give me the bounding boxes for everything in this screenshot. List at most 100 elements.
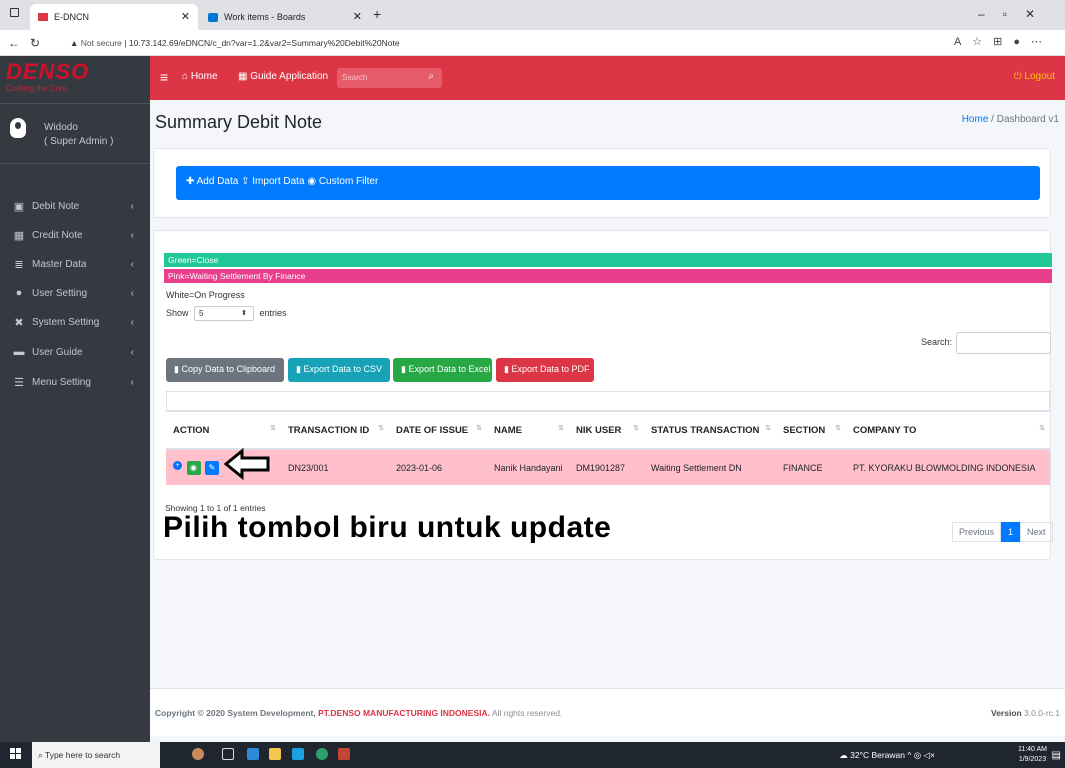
page-1-button[interactable]: 1 [1001,522,1021,542]
add-data-button[interactable]: ✚ Add Data [186,176,238,187]
powerpoint-icon[interactable] [338,748,350,760]
sidebar-item-user-setting[interactable]: ● User Setting ‹ [0,281,150,305]
edit-update-button[interactable]: ✎ [205,460,220,475]
sidebar-item-label: User Guide [32,346,83,358]
cell-nik: DM1901287 [569,449,644,485]
legend-waiting: Pink=Waiting Settlement By Finance [164,269,1052,283]
cell-date: 2023-01-06 [389,449,487,485]
sidebar-item-menu-setting[interactable]: ☰ Menu Setting ‹ [0,370,150,394]
tools-icon: ✖ [14,316,24,329]
tab-label: E-DNCN [54,12,89,22]
windows-start-icon[interactable] [10,748,21,759]
logout-button[interactable]: ⏻ Logout [1014,71,1055,82]
close-tab-icon[interactable]: ✕ [353,10,362,23]
chevron-left-icon: ‹ [130,316,134,328]
weather-widget[interactable]: ☁ 32°C Berawan ^ ◎ ◁× [839,750,935,761]
sidebar-item-master-data[interactable]: ≣ Master Data ‹ [0,252,150,276]
legend-progress: White=On Progress [166,290,245,300]
file-excel-icon: ▮ [401,364,406,374]
system-clock[interactable]: 11:40 AM 1/9/2023 [1018,745,1047,765]
sidebar-item-credit-note[interactable]: ▦ Credit Note ‹ [0,223,150,247]
sort-icon: ⇅ [476,425,482,432]
col-date-of-issue[interactable]: DATE OF ISSUE ⇅ [389,410,487,450]
company-link[interactable]: PT.DENSO MANUFACTURING INDONESIA. [318,708,490,718]
chevron-left-icon: ‹ [130,200,134,212]
edit-icon: ✎ [208,462,216,472]
page-title: Summary Debit Note [155,112,323,132]
pdf-label: Export Data to PDF [511,364,590,374]
pagination: Previous 1 Next [952,522,1053,542]
nav-home-link[interactable]: ⌂ Home [182,71,218,82]
sidebar-item-debit-note[interactable]: ▣ Debit Note ‹ [0,194,150,218]
navbar-search-input[interactable]: Search ⌕ [337,68,442,88]
avatar [10,118,26,138]
header-label: NIK USER [576,424,622,436]
close-tab-icon[interactable]: ✕ [181,10,190,23]
nav-back-refresh-icons[interactable]: ←↻ [8,36,50,50]
copyright-text: Copyright © 2020 System Development, [155,708,316,718]
view-button[interactable]: ◉ [186,460,201,475]
search-icon[interactable]: ⌕ [428,71,434,82]
sidebar-item-user-guide[interactable]: ▬ User Guide ‹ [0,340,150,364]
next-page-button[interactable]: Next [1020,522,1053,542]
header-label: DATE OF ISSUE [396,424,469,436]
copy-clipboard-button[interactable]: ▮ Copy Data to Clipboard [166,358,284,382]
custom-filter-label: Custom Filter [318,176,379,187]
database-icon: ≣ [14,258,24,271]
tab-actions-icon[interactable] [10,8,19,17]
entries-select[interactable]: 5 [194,306,255,321]
nav-guide-link[interactable]: ▦ Guide Application [238,71,328,82]
eye-icon: ◉ [190,462,197,472]
export-pdf-button[interactable]: ▮ Export Data to PDF [496,358,594,382]
edge-browser-icon[interactable] [316,748,328,760]
entries-label: entries [259,307,287,318]
table-search-input[interactable] [956,332,1051,354]
csv-label: Export Data to CSV [303,364,383,374]
col-nik-user[interactable]: NIK USER ⇅ [569,410,644,450]
col-action[interactable]: ACTION ⇅ [166,410,281,450]
browser-tab-ednc[interactable]: E-DNCN ✕ [30,4,198,30]
sort-icon: ⇅ [270,425,276,432]
toolbar-bar: ✚ Add Data ⇪ Import Data ◉ Custom Filter [176,166,1040,200]
table-row[interactable]: + ◉ ✎ DN23/001 2023-01-06 Nanik Handayan… [166,449,1050,485]
export-csv-button[interactable]: ▮ Export Data to CSV [288,358,390,382]
rights-text: All rights reserved. [491,708,563,718]
url-text: 10.73.142.69/eDNCN/c_dn?var=1.2&var2=Sum… [128,38,400,48]
prev-page-button[interactable]: Previous [952,522,1002,542]
copy-label: Copy Data to Clipboard [181,364,276,374]
upload-icon: ⇪ [241,176,250,187]
export-excel-button[interactable]: ▮ Export Data to Excel [393,358,492,382]
col-transaction-id[interactable]: TRANSACTION ID ⇅ [281,410,389,450]
task-view-icon[interactable] [222,748,234,760]
new-tab-icon[interactable]: + [373,6,381,22]
brand-logo: DENSO [6,59,90,84]
col-section[interactable]: SECTION ⇅ [776,410,846,450]
taskbar-search-input[interactable]: ⌕ Type here to search [32,742,160,768]
brand[interactable]: DENSO Crafting the Core [0,56,150,104]
col-company-to[interactable]: COMPANY TO ⇅ [846,410,1050,450]
breadcrumb-home-link[interactable]: Home [962,114,989,125]
sort-icon: ⇅ [835,425,841,432]
custom-filter-button[interactable]: ◉ Custom Filter [307,176,378,187]
browser-toolbar-icons[interactable]: A☆⊞●⋯ [954,35,1053,48]
footer: Copyright © 2020 System Development, PT.… [150,688,1065,736]
sidebar-item-label: Master Data [32,258,87,270]
clock-time: 11:40 AM [1017,746,1047,753]
expand-row-icon[interactable]: + [173,460,182,470]
mail-icon[interactable] [292,748,304,760]
menu-toggle-icon[interactable]: ≡ [160,69,168,85]
file-icon: ▮ [296,364,301,374]
store-icon[interactable] [247,748,259,760]
col-status[interactable]: STATUS TRANSACTION ⇅ [644,410,776,450]
url-field[interactable]: ▲ Not secure | 10.73.142.69/eDNCN/c_dn?v… [70,38,400,48]
file-pdf-icon: ▮ [504,364,509,374]
app-icon[interactable] [192,748,204,760]
col-name[interactable]: NAME ⇅ [487,410,569,450]
notification-icon[interactable]: ▤ [1052,750,1061,761]
user-panel[interactable]: Widodo ( Super Admin ) [0,104,150,164]
browser-tab-work-items[interactable]: Work items - Boards ✕ [200,4,370,30]
sidebar-item-system-setting[interactable]: ✖ System Setting ‹ [0,310,150,334]
window-controls[interactable]: –▫✕ [978,7,1053,21]
import-data-button[interactable]: ⇪ Import Data [241,176,304,187]
file-explorer-icon[interactable] [269,748,281,760]
